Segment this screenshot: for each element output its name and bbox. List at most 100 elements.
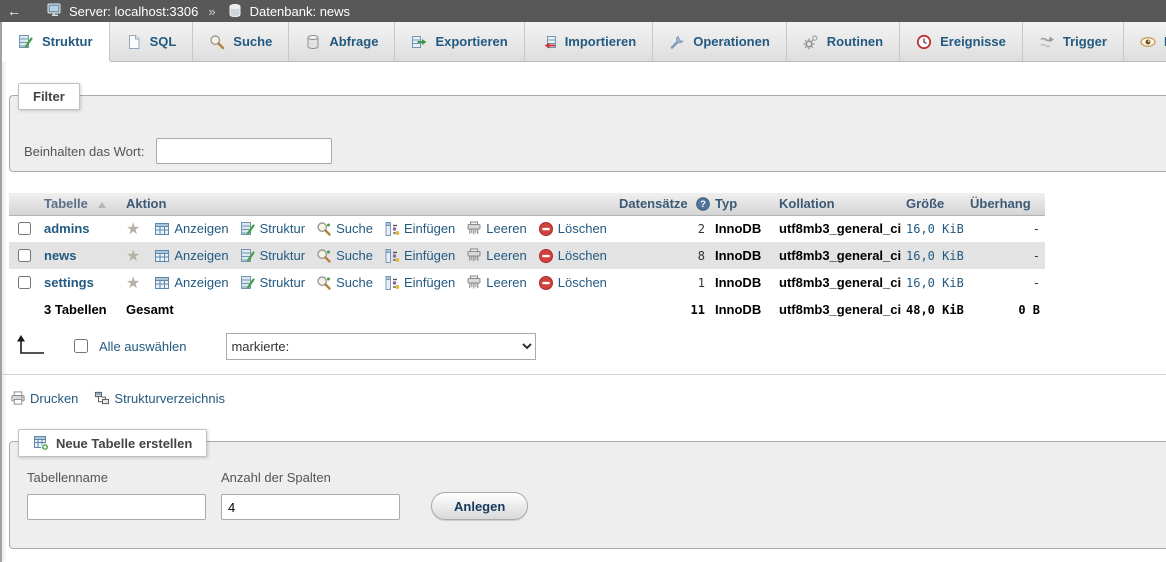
column-header-datensaetze[interactable]: Datensätze? — [614, 193, 710, 215]
insert-row-icon — [384, 248, 400, 264]
create-table-legend: Neue Tabelle erstellen — [18, 429, 207, 457]
utility-links: Drucken Strukturverzeichnis — [10, 390, 1166, 406]
action-drop-link[interactable]: Löschen — [538, 221, 607, 237]
structure-directory-link[interactable]: Strukturverzeichnis — [94, 390, 225, 406]
columns-count-label: Anzahl der Spalten — [221, 470, 400, 485]
search-icon — [316, 275, 332, 291]
action-drop-link[interactable]: Löschen — [538, 275, 607, 291]
table-name-link[interactable]: admins — [44, 221, 90, 236]
action-empty-link[interactable]: Leeren — [466, 248, 526, 264]
favorite-star-icon[interactable]: ★ — [126, 273, 140, 293]
action-empty-link[interactable]: Leeren — [466, 221, 526, 237]
footer-records: 11 — [614, 296, 710, 323]
tab-label: Suche — [233, 34, 272, 49]
action-structure-link[interactable]: Struktur — [240, 275, 306, 291]
search-icon — [316, 248, 332, 264]
columns-count-input[interactable] — [221, 494, 400, 520]
breadcrumb-bar: ← Server: localhost:3306 » Datenbank: ne… — [0, 0, 1166, 22]
action-insert-link[interactable]: Einfügen — [384, 221, 455, 237]
tab-trigger[interactable]: Trigger — [1023, 22, 1124, 61]
table-name-link[interactable]: settings — [44, 275, 94, 290]
breadcrumb-database[interactable]: Datenbank: news — [228, 3, 350, 19]
action-browse-link[interactable]: Anzeigen — [154, 275, 228, 291]
row-checkbox[interactable] — [18, 249, 31, 262]
operations-icon — [669, 34, 685, 50]
with-selected-row: Alle auswählen markierte: — [12, 332, 1166, 360]
printer-icon — [10, 390, 26, 406]
tab-nachverfolgung[interactable]: Nachverfolg — [1124, 22, 1166, 61]
column-header-kollation[interactable]: Kollation — [774, 193, 901, 215]
action-empty-link[interactable]: Leeren — [466, 275, 526, 291]
check-all-checkbox[interactable] — [74, 339, 88, 353]
collapse-nav-arrow-icon[interactable]: ← — [7, 3, 29, 19]
action-search-link[interactable]: Suche — [316, 275, 373, 291]
action-insert-link[interactable]: Einfügen — [384, 275, 455, 291]
filter-legend-label: Filter — [33, 89, 65, 104]
tab-label: Exportieren — [435, 34, 507, 49]
tab-bar: Struktur SQL Suche Abfrage Exportieren I… — [2, 22, 1166, 62]
column-header-tabelle[interactable]: Tabelle — [39, 193, 121, 215]
action-browse-link[interactable]: Anzeigen — [154, 248, 228, 264]
action-label: Suche — [336, 248, 373, 263]
header-checkbox-spacer — [9, 193, 39, 215]
tab-ereignisse[interactable]: Ereignisse — [900, 22, 1023, 61]
action-insert-link[interactable]: Einfügen — [384, 248, 455, 264]
action-label: Struktur — [260, 275, 306, 290]
column-header-ueberhang[interactable]: Überhang — [965, 193, 1045, 215]
tab-routinen[interactable]: Routinen — [787, 22, 900, 61]
tab-abfrage[interactable]: Abfrage — [289, 22, 395, 61]
table-name-link[interactable]: news — [44, 248, 77, 263]
structure-icon — [240, 248, 256, 264]
size-link[interactable]: 16,0 KiB — [901, 215, 965, 242]
size-link[interactable]: 16,0 KiB — [901, 242, 965, 269]
records-count: 1 — [614, 269, 710, 296]
column-header-groesse[interactable]: Größe — [901, 193, 965, 215]
server-link[interactable]: Server: localhost:3306 — [69, 4, 198, 19]
events-icon — [916, 34, 932, 50]
tab-importieren[interactable]: Importieren — [525, 22, 654, 61]
create-table-button[interactable]: Anlegen — [431, 492, 528, 520]
column-header-label: Größe — [906, 196, 944, 211]
action-label: Einfügen — [404, 248, 455, 263]
drop-table-icon — [538, 248, 554, 264]
search-icon — [316, 221, 332, 237]
check-all-label[interactable]: Alle auswählen — [99, 339, 186, 354]
size-link[interactable]: 16,0 KiB — [901, 269, 965, 296]
action-structure-link[interactable]: Struktur — [240, 221, 306, 237]
action-label: Löschen — [558, 248, 607, 263]
tables-overview-table: Tabelle Aktion Datensätze? Typ Kollation… — [9, 193, 1045, 323]
database-icon — [228, 3, 244, 19]
action-structure-link[interactable]: Struktur — [240, 248, 306, 264]
tab-suche[interactable]: Suche — [193, 22, 289, 61]
action-browse-link[interactable]: Anzeigen — [154, 221, 228, 237]
import-icon — [541, 34, 557, 50]
collation-value: utf8mb3_general_ci — [774, 242, 901, 269]
action-drop-link[interactable]: Löschen — [538, 248, 607, 264]
footer-sum-label: Gesamt — [121, 296, 614, 323]
action-search-link[interactable]: Suche — [316, 221, 373, 237]
empty-table-icon — [466, 248, 482, 264]
print-link[interactable]: Drucken — [10, 390, 78, 406]
with-selected-select[interactable]: markierte: — [226, 333, 536, 360]
breadcrumb-server[interactable]: Server: localhost:3306 — [47, 3, 198, 19]
structure-directory-icon — [94, 390, 110, 406]
row-checkbox[interactable] — [18, 222, 31, 235]
print-link-label: Drucken — [30, 391, 78, 406]
table-name-input[interactable] — [27, 494, 206, 520]
tab-struktur[interactable]: Struktur — [2, 22, 110, 61]
column-header-typ[interactable]: Typ — [710, 193, 774, 215]
table-header-row: Tabelle Aktion Datensätze? Typ Kollation… — [9, 193, 1045, 215]
table-totals-row: 3 Tabellen Gesamt 11 InnoDB utf8mb3_gene… — [9, 296, 1045, 323]
structure-icon — [240, 221, 256, 237]
filter-input[interactable] — [156, 138, 332, 164]
row-checkbox[interactable] — [18, 276, 31, 289]
filter-label: Beinhalten das Wort: — [24, 144, 144, 159]
action-search-link[interactable]: Suche — [316, 248, 373, 264]
tab-exportieren[interactable]: Exportieren — [395, 22, 524, 61]
tab-sql[interactable]: SQL — [110, 22, 194, 61]
database-link[interactable]: Datenbank: news — [250, 4, 350, 19]
favorite-star-icon[interactable]: ★ — [126, 219, 140, 239]
favorite-star-icon[interactable]: ★ — [126, 246, 140, 266]
tab-operationen[interactable]: Operationen — [653, 22, 787, 61]
help-icon[interactable]: ? — [696, 197, 710, 211]
